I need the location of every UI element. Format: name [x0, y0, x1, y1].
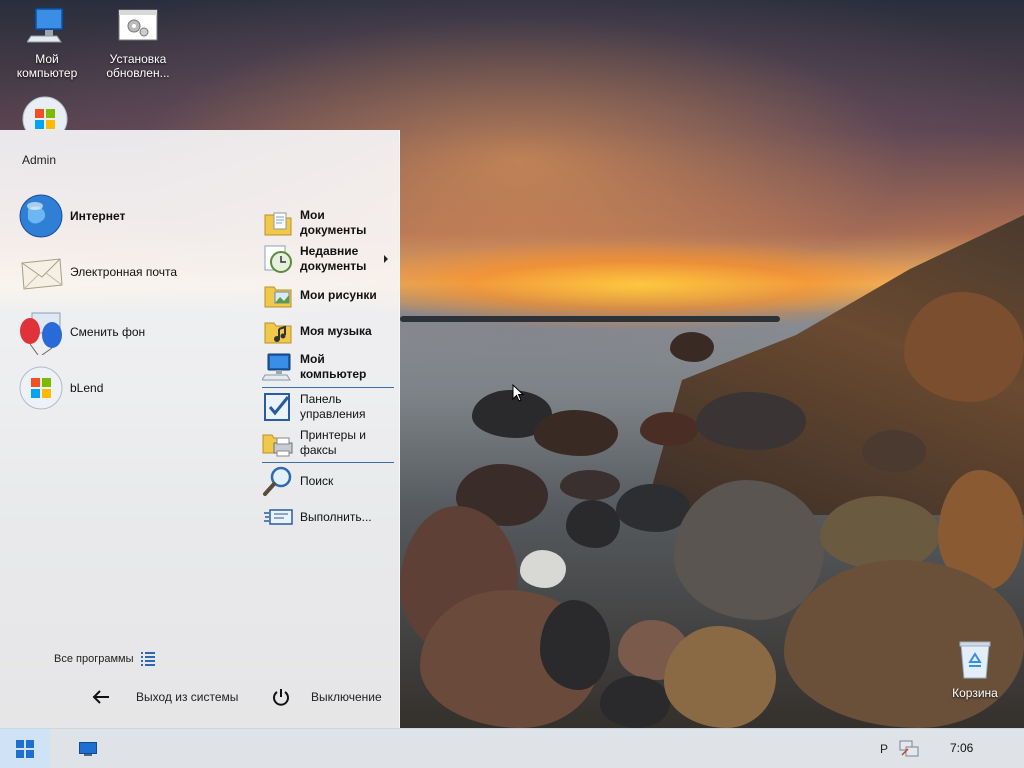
- desktop-icon-label: Мой компьютер: [16, 52, 78, 80]
- menu-item-run[interactable]: Выполнить...: [262, 500, 394, 534]
- menu-item-recent-documents[interactable]: Недавние документы: [262, 242, 394, 276]
- all-programs-label: Все программы: [54, 653, 134, 665]
- taskbar-show-desktop-button[interactable]: [68, 729, 108, 768]
- user-name: Admin: [22, 153, 57, 167]
- wallpaper-rock: [664, 626, 776, 728]
- network-icon[interactable]: [898, 739, 920, 759]
- menu-item-my-computer[interactable]: Мой компьютер: [261, 350, 394, 384]
- windows-logo-icon: [16, 740, 34, 758]
- menu-item-label: bLend: [70, 381, 104, 395]
- menu-item-printers-faxes[interactable]: Принтеры и факсы: [262, 426, 394, 460]
- documents-folder-icon: [262, 207, 294, 239]
- menu-item-blend[interactable]: bLend: [18, 363, 103, 413]
- balloons-icon: [18, 309, 64, 356]
- wallpaper-rock: [600, 676, 670, 728]
- menu-item-my-pictures[interactable]: Мои рисунки: [262, 278, 394, 312]
- wallpaper-rock: [540, 600, 610, 690]
- menu-item-label: Мой компьютер: [300, 352, 367, 381]
- control-panel-icon: [262, 391, 294, 423]
- wallpaper-rock: [862, 430, 926, 472]
- desktop-icon-update-setup[interactable]: Установка обновлен...: [93, 6, 183, 80]
- submenu-arrow-icon: [384, 255, 388, 263]
- wallpaper-rock: [534, 410, 618, 456]
- menu-separator: [262, 462, 394, 463]
- mail-icon: [18, 249, 64, 295]
- desktop-icon-my-computer[interactable]: Мой компьютер: [2, 6, 92, 80]
- power-icon: [270, 686, 292, 708]
- menu-item-label: Сменить фон: [70, 325, 146, 339]
- computer-icon: [26, 6, 67, 46]
- menu-item-my-documents[interactable]: Мои документы: [262, 206, 394, 240]
- desktop-icon-label: Установка обновлен...: [106, 52, 170, 80]
- menu-item-control-panel[interactable]: Панель управления: [262, 390, 394, 424]
- start-button[interactable]: [0, 729, 50, 768]
- desktop-icon-label: Корзина: [952, 686, 998, 700]
- wallpaper-horizon: [400, 316, 780, 322]
- wallpaper-rock: [670, 332, 714, 362]
- wallpaper-rock: [820, 496, 940, 570]
- menu-item-change-wallpaper[interactable]: Сменить фон: [18, 307, 145, 357]
- menu-item-email[interactable]: Электронная почта: [18, 247, 177, 297]
- search-icon: [262, 465, 294, 497]
- all-programs-button[interactable]: Все программы: [54, 652, 157, 666]
- run-icon: [262, 501, 294, 533]
- menu-item-label: Моя музыка: [300, 323, 372, 338]
- shutdown-label: Выключение: [311, 690, 382, 704]
- menu-item-label: Интернет: [70, 209, 126, 223]
- arrow-left-icon: [90, 686, 112, 708]
- windows-orb-icon: [18, 365, 64, 411]
- menu-item-internet[interactable]: Интернет: [18, 191, 125, 241]
- menu-item-search[interactable]: Поиск: [262, 464, 394, 498]
- wallpaper-rock: [674, 480, 824, 620]
- menu-item-label: Мои рисунки: [300, 287, 377, 302]
- globe-icon: [18, 193, 64, 239]
- wallpaper-rock: [696, 392, 806, 450]
- shutdown-button[interactable]: Выключение: [270, 686, 382, 708]
- wallpaper-rock: [560, 470, 620, 500]
- recycle-bin-icon: [955, 640, 995, 680]
- wallpaper-rock: [616, 484, 690, 532]
- taskbar: Р 7:06: [0, 728, 1024, 768]
- logout-button[interactable]: Выход из системы: [90, 686, 238, 708]
- clock-document-icon: [262, 243, 294, 275]
- menu-item-label: Недавние документы: [300, 244, 367, 273]
- wallpaper-rock: [904, 292, 1024, 402]
- menu-item-label: Панель управления: [300, 392, 366, 421]
- menu-item-label: Электронная почта: [70, 265, 178, 279]
- mouse-cursor-icon: [512, 383, 525, 402]
- wallpaper-rock: [566, 500, 620, 548]
- monitor-icon: [79, 742, 97, 756]
- taskbar-clock[interactable]: 7:06: [950, 741, 973, 755]
- wallpaper-rock: [640, 412, 698, 446]
- computer-icon: [261, 351, 294, 383]
- settings-window-icon: [118, 6, 158, 46]
- menu-item-label: Поиск: [300, 473, 334, 488]
- printer-folder-icon: [262, 427, 294, 459]
- music-folder-icon: [262, 315, 294, 347]
- menu-item-label: Принтеры и факсы: [300, 428, 366, 457]
- pictures-folder-icon: [262, 279, 294, 311]
- logout-label: Выход из системы: [136, 690, 239, 704]
- menu-item-label: Мои документы: [300, 208, 367, 237]
- start-menu: Admin Интернет Электронная почта Сменить…: [0, 130, 400, 728]
- desktop-icon-recycle-bin[interactable]: Корзина: [930, 640, 1020, 700]
- list-icon: [141, 652, 157, 666]
- keyboard-language-indicator[interactable]: Р: [880, 742, 888, 756]
- windows-logo-icon: [22, 96, 68, 130]
- menu-separator: [262, 387, 394, 388]
- wallpaper-rock: [520, 550, 566, 588]
- menu-item-label: Выполнить...: [300, 509, 372, 524]
- menu-item-my-music[interactable]: Моя музыка: [262, 314, 394, 348]
